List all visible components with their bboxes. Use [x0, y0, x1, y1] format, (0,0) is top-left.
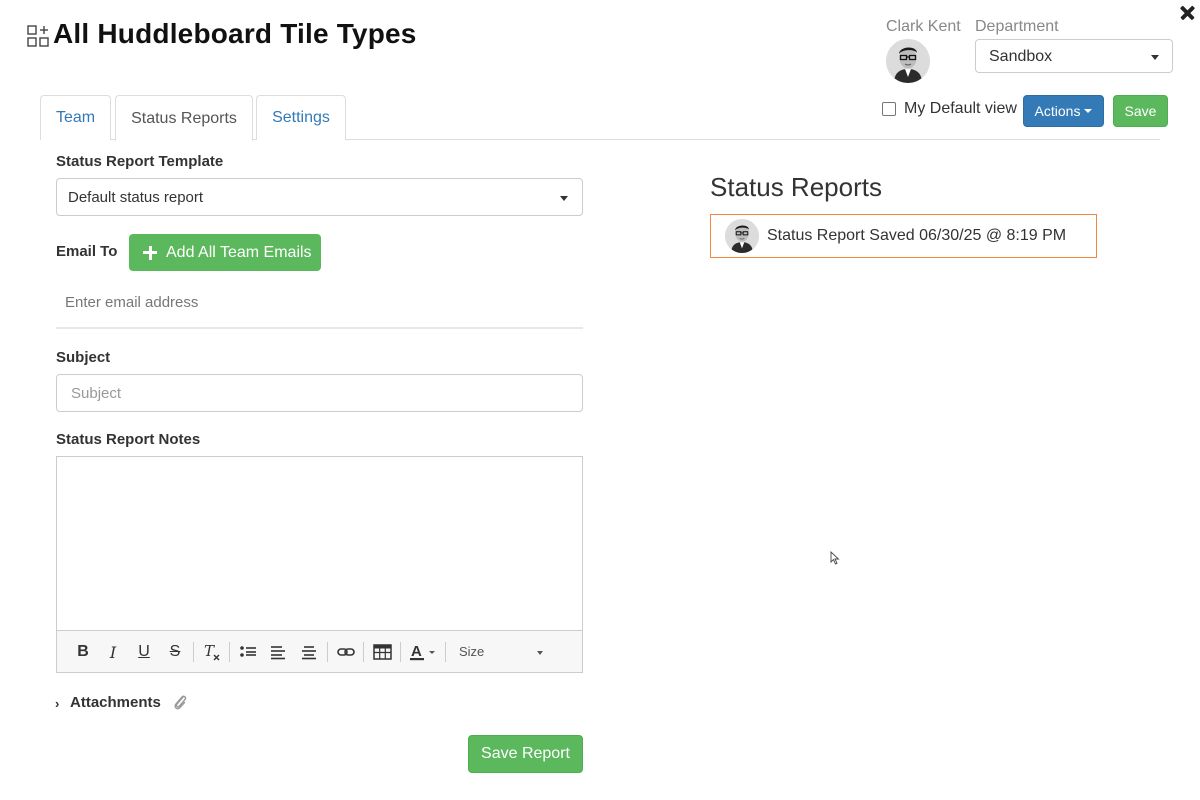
svg-text:T: T [204, 642, 215, 660]
email-input[interactable] [56, 286, 583, 318]
font-size-select[interactable]: Size [459, 644, 484, 659]
tab-team[interactable]: Team [40, 95, 111, 140]
close-icon[interactable] [1177, 2, 1199, 24]
notes-textarea[interactable] [57, 457, 582, 630]
default-view-label: My Default view [904, 100, 1017, 117]
avatar [725, 219, 759, 253]
chevron-down-icon [537, 651, 543, 655]
align-left-icon[interactable] [270, 642, 286, 662]
actions-label: Actions [1034, 103, 1081, 119]
email-divider [56, 327, 583, 329]
add-emails-label: Add All Team Emails [166, 243, 312, 261]
default-view-toggle[interactable]: My Default view [882, 100, 1017, 118]
link-icon[interactable] [337, 642, 355, 662]
tab-settings[interactable]: Settings [256, 95, 346, 140]
department-label: Department [975, 18, 1059, 35]
status-report-text: Status Report Saved 06/30/25 @ 8:19 PM [767, 227, 1067, 244]
bullet-list-icon[interactable] [239, 642, 257, 662]
avatar-portrait-icon [886, 39, 930, 83]
notes-editor: B I U S T A Size [56, 456, 583, 673]
chevron-down-icon [560, 196, 568, 201]
paperclip-icon [174, 695, 187, 710]
email-to-label: Email To [56, 243, 118, 260]
add-tile-icon [27, 25, 49, 47]
page-title: All Huddleboard Tile Types [53, 18, 417, 49]
editor-toolbar: B I U S T A Size [57, 630, 582, 672]
add-all-team-emails-button[interactable]: Add All Team Emails [129, 234, 321, 271]
department-value: Sandbox [989, 48, 1053, 65]
subject-input[interactable] [56, 374, 583, 412]
toolbar-separator [400, 642, 401, 662]
status-reports-heading: Status Reports [710, 172, 882, 202]
toolbar-separator [363, 642, 364, 662]
italic-button[interactable]: I [106, 642, 120, 662]
mouse-cursor-icon [830, 551, 840, 565]
toolbar-separator [445, 642, 446, 662]
caret-down-icon [1084, 109, 1093, 113]
subject-label: Subject [56, 349, 111, 366]
strikethrough-button[interactable]: S [167, 642, 183, 662]
chevron-right-icon[interactable]: › [55, 696, 59, 711]
svg-text:A: A [411, 643, 422, 660]
user-avatar[interactable] [886, 39, 930, 83]
template-value: Default status report [68, 189, 204, 206]
tab-status-reports[interactable]: Status Reports [115, 95, 253, 141]
table-icon[interactable] [373, 642, 392, 662]
plus-icon [143, 245, 157, 260]
department-select[interactable]: Sandbox [975, 39, 1173, 73]
align-center-icon[interactable] [301, 642, 317, 662]
save-button[interactable]: Save [1113, 95, 1168, 127]
notes-label: Status Report Notes [56, 431, 201, 448]
user-name: Clark Kent [886, 18, 961, 35]
avatar-portrait-icon [725, 219, 759, 253]
attachments-toggle[interactable]: Attachments [70, 694, 161, 711]
toolbar-separator [229, 642, 230, 662]
template-select[interactable]: Default status report [56, 178, 583, 216]
save-report-button[interactable]: Save Report [468, 735, 583, 773]
status-report-item[interactable]: Status Report Saved 06/30/25 @ 8:19 PM [710, 214, 1097, 258]
toolbar-separator [193, 642, 194, 662]
actions-button[interactable]: Actions [1023, 95, 1104, 127]
chevron-down-icon [1151, 55, 1159, 60]
toolbar-separator [327, 642, 328, 662]
underline-button[interactable]: U [136, 642, 152, 662]
template-label: Status Report Template [56, 153, 224, 170]
default-view-checkbox[interactable] [882, 102, 896, 116]
clear-format-icon[interactable]: T [202, 642, 222, 662]
text-color-icon[interactable]: A [409, 642, 437, 662]
bold-button[interactable]: B [75, 642, 91, 662]
